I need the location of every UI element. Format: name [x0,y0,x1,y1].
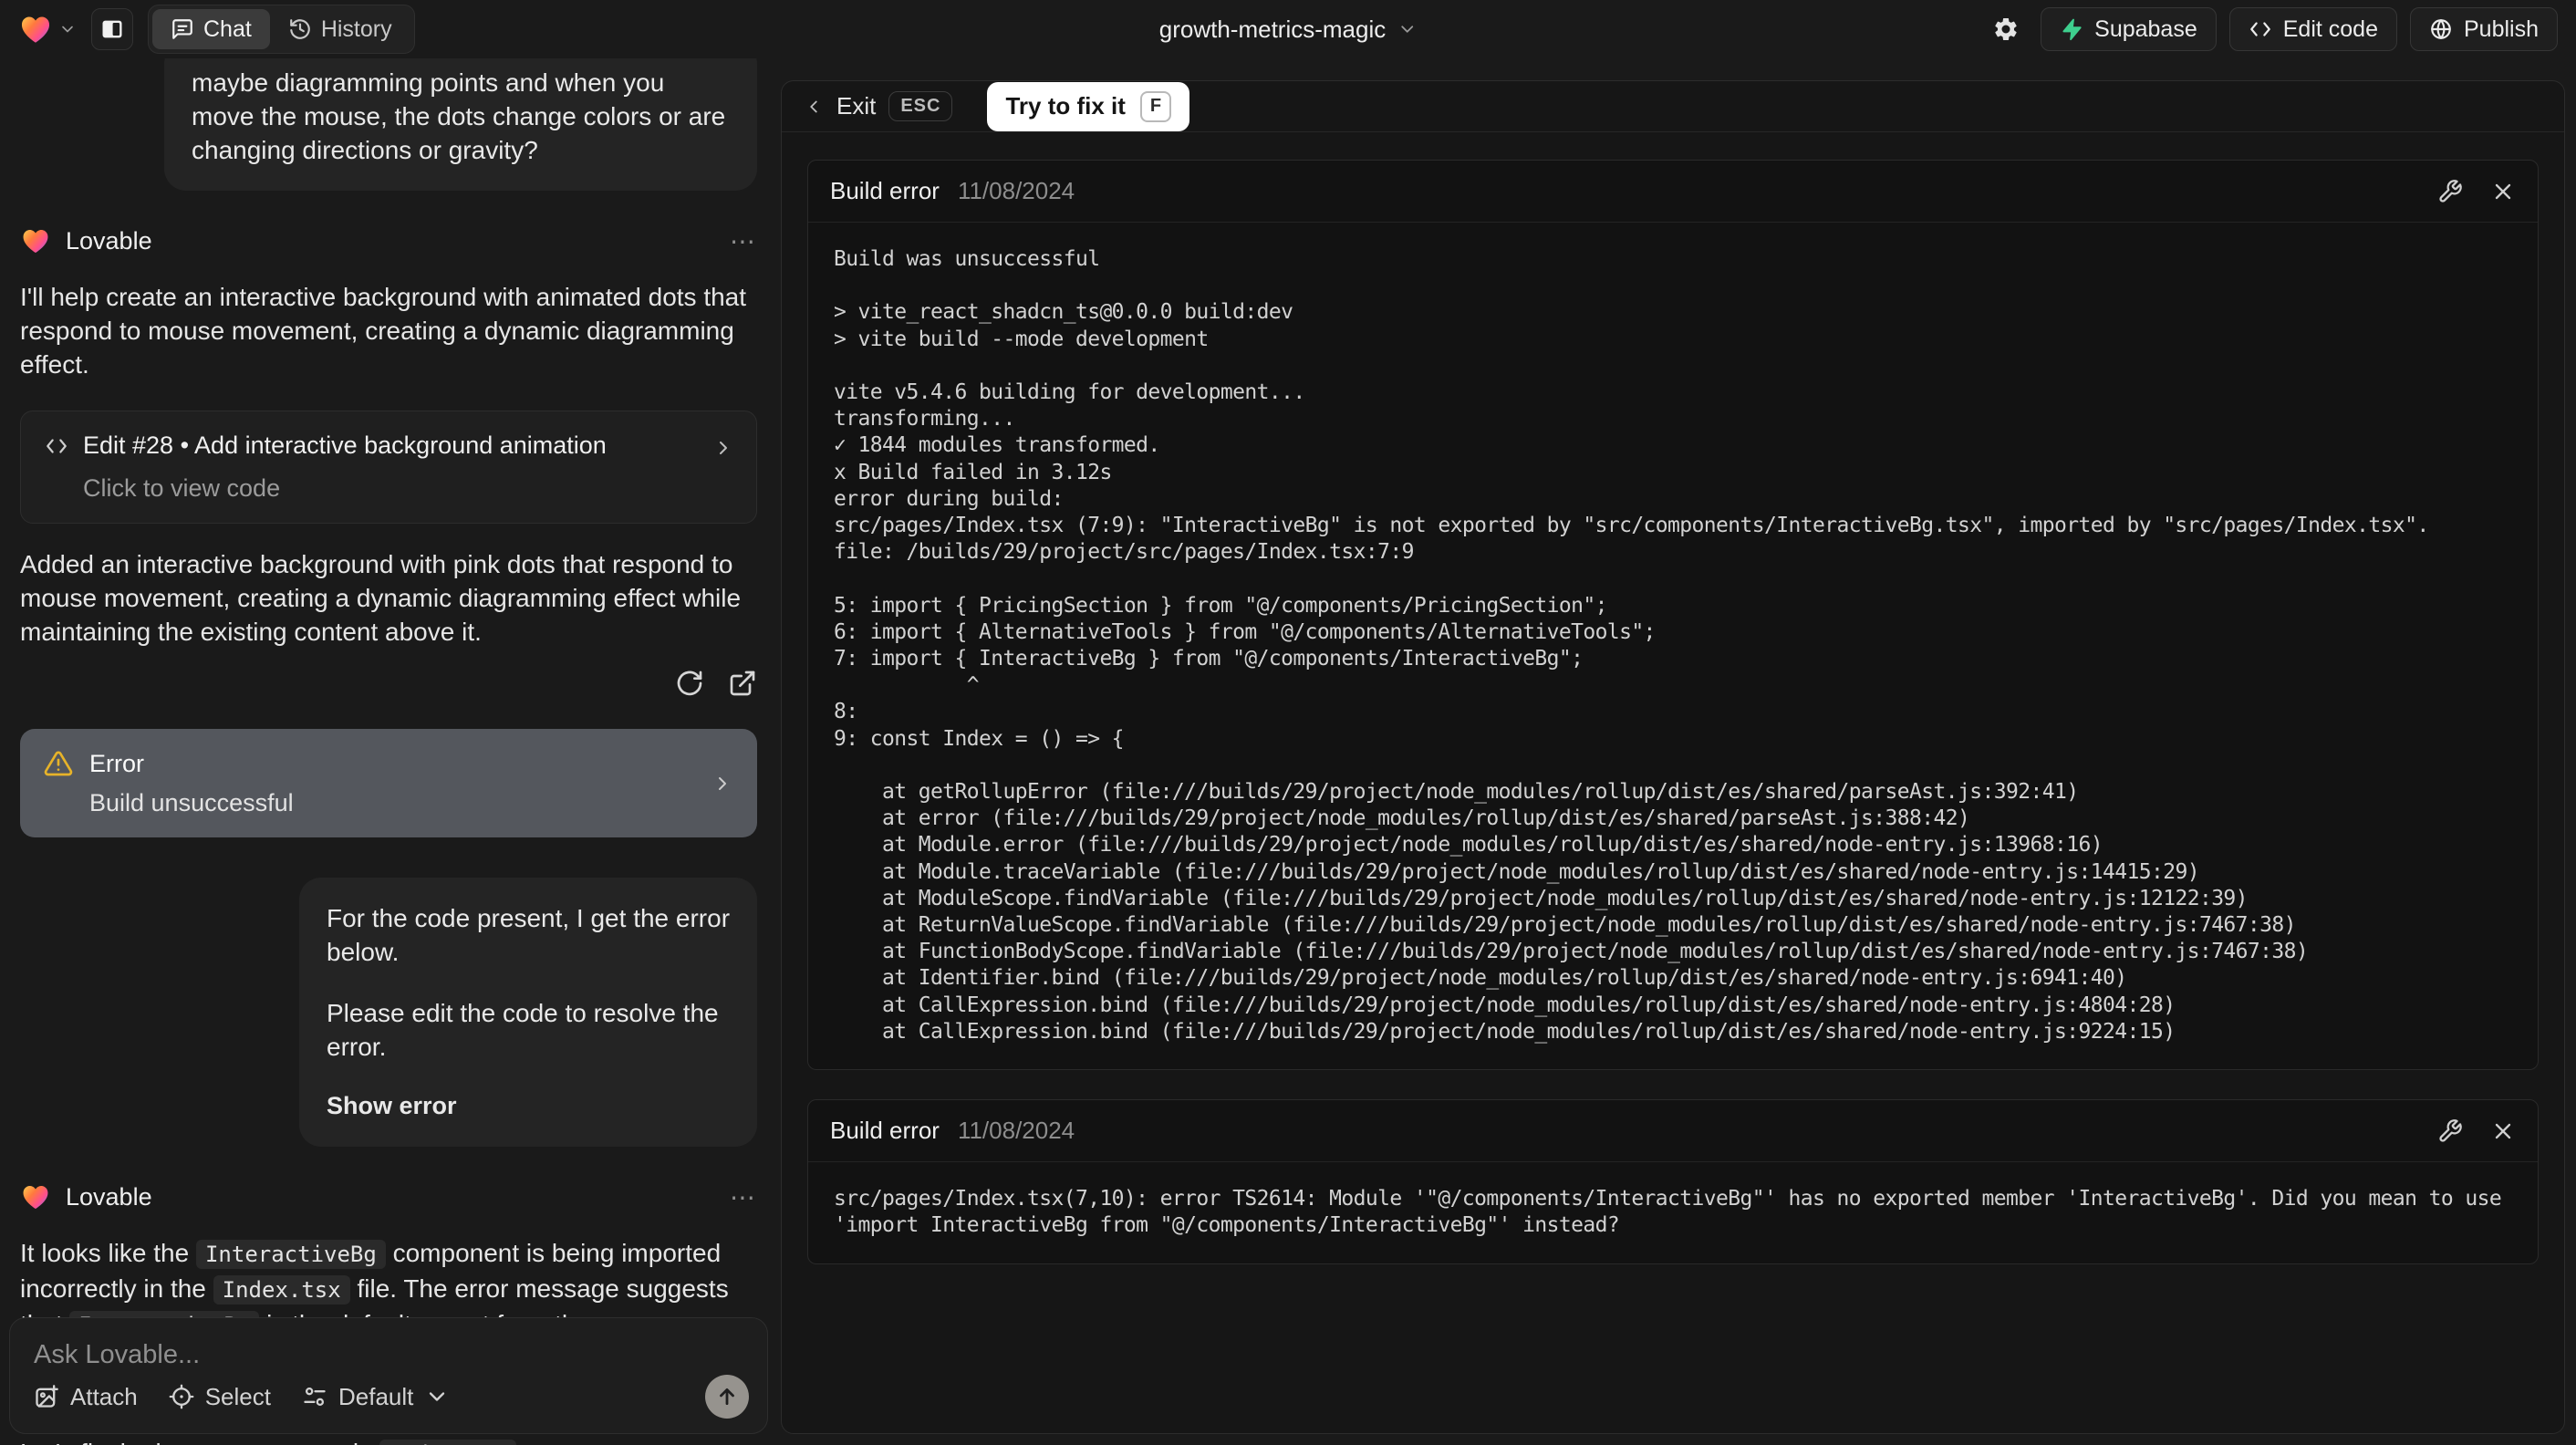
assistant-name: Lovable [66,1182,152,1211]
top-bar: Chat History growth-metrics-magic Supaba… [0,0,2576,58]
assistant-text: Added an interactive background with pin… [20,550,742,646]
publish-label: Publish [2464,16,2539,42]
project-name: growth-metrics-magic [1158,15,1387,43]
chevron-right-icon [719,776,726,790]
image-plus-icon [36,1385,58,1408]
show-error-link[interactable]: Show error [327,1089,730,1123]
chat-input[interactable]: Ask Lovable... [34,1340,743,1370]
chevron-down-icon [1400,26,1413,33]
build-error-banner[interactable]: Error Build unsuccessful [20,729,757,837]
tab-chat-label: Chat [203,16,252,42]
tab-history-label: History [320,16,392,42]
assistant-message-header: Lovable ⋯ [20,1181,757,1212]
lovable-avatar-icon [23,1185,48,1210]
message-tools [20,669,757,698]
lovable-heart-icon [21,16,50,43]
chevron-down-icon [62,26,73,33]
chevron-left-icon [810,100,817,112]
assistant-message-header: Lovable ⋯ [20,225,757,256]
user-message: maybe diagramming points and when you mo… [164,58,757,191]
error-banner-title: Error [89,749,144,777]
history-icon [289,19,310,39]
build-error-title: Build error [830,1117,940,1145]
chevron-right-icon [720,442,727,454]
close-icon[interactable] [2490,179,2516,204]
view-tabs: Chat History [148,5,415,54]
build-error-card: Build error 11/08/2024 src/pages/Index.t… [807,1099,2539,1264]
error-log-list: Build error 11/08/2024 Build was unsucce… [782,132,2564,1292]
arrow-up-icon [720,1388,734,1405]
f-key-badge: F [1139,90,1171,122]
exit-label: Exit [836,92,877,120]
code-brackets-icon [47,438,67,453]
select-element-button[interactable]: Select [169,1383,271,1411]
assistant-rich-text: Let's fix the import statement in Index.… [20,1436,757,1445]
user-message-line: For the code present, I get the error be… [327,904,731,966]
build-error-card: Build error 11/08/2024 Build was unsucce… [807,160,2539,1071]
publish-button[interactable]: Publish [2410,7,2558,51]
supabase-button[interactable]: Supabase [2041,7,2217,51]
edit-card-subtitle: Click to view code [83,474,281,502]
user-message: For the code present, I get the error be… [299,878,757,1147]
panel-left-icon [102,20,122,38]
chevron-down-icon [430,1392,445,1401]
try-to-fix-label: Try to fix it [1005,92,1126,120]
assistant-text: I'll help create an interactive backgrou… [20,283,747,379]
lovable-logo-menu[interactable] [18,12,77,47]
chat-scroll-area[interactable]: maybe diagramming points and when you mo… [0,58,777,1445]
message-menu-button[interactable]: ⋯ [730,226,757,256]
globe-icon [2431,19,2451,39]
code-brackets-icon [2249,22,2270,36]
chat-mode-label: Default [338,1382,414,1410]
try-to-fix-button[interactable]: Try to fix it F [987,81,1189,131]
edit-code-label: Edit code [2282,16,2378,42]
console-output: src/pages/Index.tsx(7,10): error TS2614:… [834,1187,2514,1238]
send-button[interactable] [705,1375,749,1419]
chat-mode-dropdown[interactable]: Default [302,1383,450,1411]
build-error-card-header: Build error 11/08/2024 [808,161,2538,223]
supabase-label: Supabase [2094,16,2197,42]
attach-label: Attach [70,1382,138,1410]
settings-button[interactable] [1984,7,2028,51]
assistant-name: Lovable [66,226,152,255]
open-preview-icon[interactable] [728,669,757,698]
chat-composer[interactable]: Ask Lovable... Attach Select Default [9,1317,768,1434]
lovable-avatar-icon [23,229,48,254]
edit-card-title: Edit #28 • Add interactive background an… [83,431,607,459]
fix-wrench-icon[interactable] [2437,179,2463,204]
restore-icon[interactable] [675,669,704,698]
edit-code-button[interactable]: Edit code [2228,7,2397,51]
user-message-line: Please edit the code to resolve the erro… [327,999,719,1061]
console-output: Build was unsuccessful > vite_react_shad… [834,247,2429,1044]
gear-icon [1995,17,2017,40]
edit-card-28[interactable]: Edit #28 • Add interactive background an… [20,411,757,524]
sidebar-toggle-button[interactable] [91,8,133,50]
project-switcher[interactable]: growth-metrics-magic [1159,0,1418,58]
build-error-card-body[interactable]: src/pages/Index.tsx(7,10): error TS2614:… [808,1162,2538,1263]
exit-button[interactable]: Exit ESC [804,91,953,121]
fix-wrench-icon[interactable] [2437,1118,2463,1144]
tab-chat[interactable]: Chat [152,9,270,49]
tab-history[interactable]: History [270,9,410,49]
message-menu-button[interactable]: ⋯ [730,1182,757,1212]
topbar-actions: Supabase Edit code Publish [1984,7,2558,51]
warning-triangle-icon [44,751,73,776]
esc-key-badge: ESC [888,91,953,121]
attach-button[interactable]: Attach [34,1383,138,1411]
preview-panel: Exit ESC Try to fix it F Build error 11/… [781,80,2565,1434]
select-label: Select [204,1382,271,1410]
close-icon[interactable] [2490,1118,2516,1144]
chat-icon [172,19,192,39]
build-error-date: 11/08/2024 [957,177,1075,204]
settings-sliders-icon [304,1387,326,1407]
supabase-icon [2062,18,2082,41]
chat-panel: maybe diagramming points and when you mo… [0,58,777,1445]
build-error-date: 11/08/2024 [957,1117,1075,1145]
error-banner-subtitle: Build unsuccessful [89,789,294,816]
preview-header: Exit ESC Try to fix it F [782,81,2564,132]
build-error-card-header: Build error 11/08/2024 [808,1100,2538,1163]
build-error-title: Build error [830,177,940,204]
build-error-card-body[interactable]: Build was unsuccessful > vite_react_shad… [808,223,2538,1069]
target-icon [169,1384,194,1409]
